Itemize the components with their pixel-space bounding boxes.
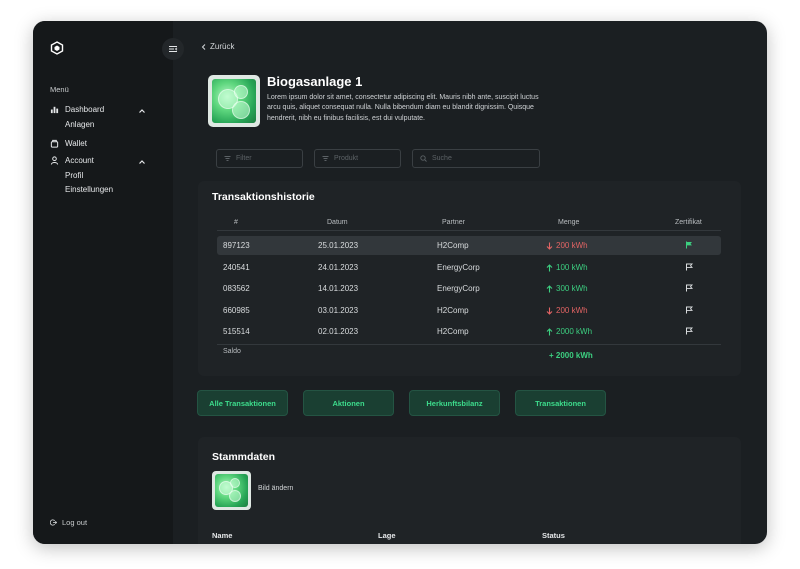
amount-value: 200 kWh bbox=[556, 306, 588, 315]
menu-label: Menü bbox=[50, 85, 69, 94]
back-link[interactable]: Zurück bbox=[201, 42, 234, 51]
wallet-icon bbox=[50, 139, 59, 148]
chevron-up-icon[interactable] bbox=[138, 158, 146, 166]
cell-date: 25.01.2023 bbox=[318, 241, 359, 250]
column-header-location: Lage bbox=[378, 531, 396, 540]
sidebar-subitem-profil[interactable]: Profil bbox=[65, 171, 83, 180]
cell-amount: 300 kWh bbox=[546, 284, 588, 293]
sidebar-subitem-anlagen[interactable]: Anlagen bbox=[65, 120, 94, 129]
column-header-id: # bbox=[234, 219, 238, 226]
column-header-name: Name bbox=[212, 531, 233, 540]
arrow-up-icon bbox=[546, 284, 553, 292]
logout-button[interactable]: Log out bbox=[50, 518, 87, 527]
sidebar-item-wallet[interactable]: Wallet bbox=[50, 139, 87, 148]
transaction-history-title: Transaktionshistorie bbox=[212, 191, 315, 203]
cell-partner: EnergyCorp bbox=[437, 263, 480, 272]
table-row[interactable]: 515514 02.01.2023 H2Comp 2000 kWh bbox=[217, 322, 721, 341]
cell-date: 24.01.2023 bbox=[318, 263, 359, 272]
table-row[interactable]: 083562 14.01.2023 EnergyCorp 300 kWh bbox=[217, 279, 721, 298]
back-label: Zurück bbox=[210, 42, 235, 51]
amount-value: 100 kWh bbox=[556, 263, 588, 272]
sidebar-item-account[interactable]: Account bbox=[50, 156, 94, 165]
amount-value: 300 kWh bbox=[556, 284, 588, 293]
user-icon bbox=[50, 156, 59, 165]
sidebar: Menü Dashboard Anlagen Wallet Account Pr… bbox=[33, 21, 173, 544]
column-header-amount: Menge bbox=[558, 219, 580, 226]
cell-id: 660985 bbox=[223, 306, 250, 315]
cell-partner: H2Comp bbox=[437, 306, 469, 315]
certificate-flag-icon[interactable] bbox=[685, 306, 693, 314]
table-header-divider bbox=[217, 230, 721, 231]
change-image-link[interactable]: Bild ändern bbox=[258, 485, 293, 492]
chevron-left-icon bbox=[201, 43, 206, 50]
origin-balance-button[interactable]: Herkunftsbilanz bbox=[409, 390, 500, 416]
filter-input[interactable]: Filter bbox=[216, 149, 303, 168]
arrow-down-icon bbox=[546, 307, 553, 315]
bar-chart-icon bbox=[50, 106, 59, 114]
certificate-flag-icon[interactable] bbox=[685, 327, 693, 335]
actions-button[interactable]: Aktionen bbox=[303, 390, 394, 416]
cell-partner: H2Comp bbox=[437, 327, 469, 336]
arrow-up-icon bbox=[546, 327, 553, 335]
table-row[interactable]: 240541 24.01.2023 EnergyCorp 100 kWh bbox=[217, 258, 721, 277]
arrow-up-icon bbox=[546, 263, 553, 271]
cell-amount: 2000 kWh bbox=[546, 327, 592, 336]
transactions-button[interactable]: Transaktionen bbox=[515, 390, 606, 416]
column-header-certificate: Zertifikat bbox=[675, 219, 702, 226]
cell-id: 240541 bbox=[223, 263, 250, 272]
cell-partner: H2Comp bbox=[437, 241, 469, 250]
product-filter-input[interactable]: Produkt bbox=[314, 149, 401, 168]
certificate-flag-filled-icon[interactable] bbox=[685, 241, 693, 249]
filter-icon bbox=[224, 156, 231, 161]
column-header-partner: Partner bbox=[442, 219, 465, 226]
cell-amount: 100 kWh bbox=[546, 263, 588, 272]
cell-amount: 200 kWh bbox=[546, 241, 588, 250]
saldo-label: Saldo bbox=[223, 348, 241, 355]
search-placeholder: Suche bbox=[432, 155, 452, 162]
menu-collapse-icon bbox=[169, 46, 178, 52]
search-icon bbox=[420, 155, 427, 162]
sidebar-item-dashboard[interactable]: Dashboard bbox=[50, 105, 104, 114]
logout-label: Log out bbox=[62, 518, 88, 527]
table-row[interactable]: 897123 25.01.2023 H2Comp 200 kWh bbox=[217, 236, 721, 255]
cell-date: 14.01.2023 bbox=[318, 284, 359, 293]
plant-description: Lorem ipsum dolor sit amet, consectetur … bbox=[267, 94, 539, 122]
column-header-status: Status bbox=[542, 531, 565, 540]
amount-value: 2000 kWh bbox=[556, 327, 593, 336]
cell-id: 515514 bbox=[223, 327, 250, 336]
column-header-date: Datum bbox=[327, 219, 348, 226]
plant-thumbnail[interactable] bbox=[212, 471, 251, 510]
filter-placeholder: Filter bbox=[236, 155, 252, 162]
chevron-up-icon[interactable] bbox=[138, 107, 146, 115]
cell-date: 02.01.2023 bbox=[318, 327, 359, 336]
sidebar-item-label: Wallet bbox=[65, 139, 87, 148]
search-input[interactable]: Suche bbox=[412, 149, 540, 168]
cell-id: 083562 bbox=[223, 284, 250, 293]
sidebar-toggle-button[interactable] bbox=[162, 38, 184, 60]
amount-value: 200 kWh bbox=[556, 241, 588, 250]
cell-id: 897123 bbox=[223, 241, 250, 250]
arrow-down-icon bbox=[546, 242, 553, 250]
cell-date: 03.01.2023 bbox=[318, 306, 359, 315]
page-title: Biogasanlage 1 bbox=[267, 74, 363, 89]
certificate-flag-icon[interactable] bbox=[685, 284, 693, 292]
sidebar-item-label: Dashboard bbox=[65, 105, 105, 114]
logout-icon bbox=[50, 519, 57, 526]
logo-icon bbox=[50, 41, 64, 55]
master-data-title: Stammdaten bbox=[212, 451, 276, 463]
sidebar-item-label: Account bbox=[65, 156, 94, 165]
product-placeholder: Produkt bbox=[334, 155, 359, 162]
app-window: Menü Dashboard Anlagen Wallet Account Pr… bbox=[33, 21, 767, 544]
saldo-value: + 2000 kWh bbox=[549, 351, 593, 360]
filter-icon bbox=[322, 156, 329, 161]
table-row[interactable]: 660985 03.01.2023 H2Comp 200 kWh bbox=[217, 301, 721, 320]
table-footer-divider bbox=[217, 344, 721, 345]
certificate-flag-icon[interactable] bbox=[685, 263, 693, 271]
plant-image bbox=[208, 75, 260, 127]
cell-amount: 200 kWh bbox=[546, 306, 588, 315]
all-transactions-button[interactable]: Alle Transaktionen bbox=[197, 390, 288, 416]
cell-partner: EnergyCorp bbox=[437, 284, 480, 293]
sidebar-subitem-einstellungen[interactable]: Einstellungen bbox=[65, 185, 113, 194]
